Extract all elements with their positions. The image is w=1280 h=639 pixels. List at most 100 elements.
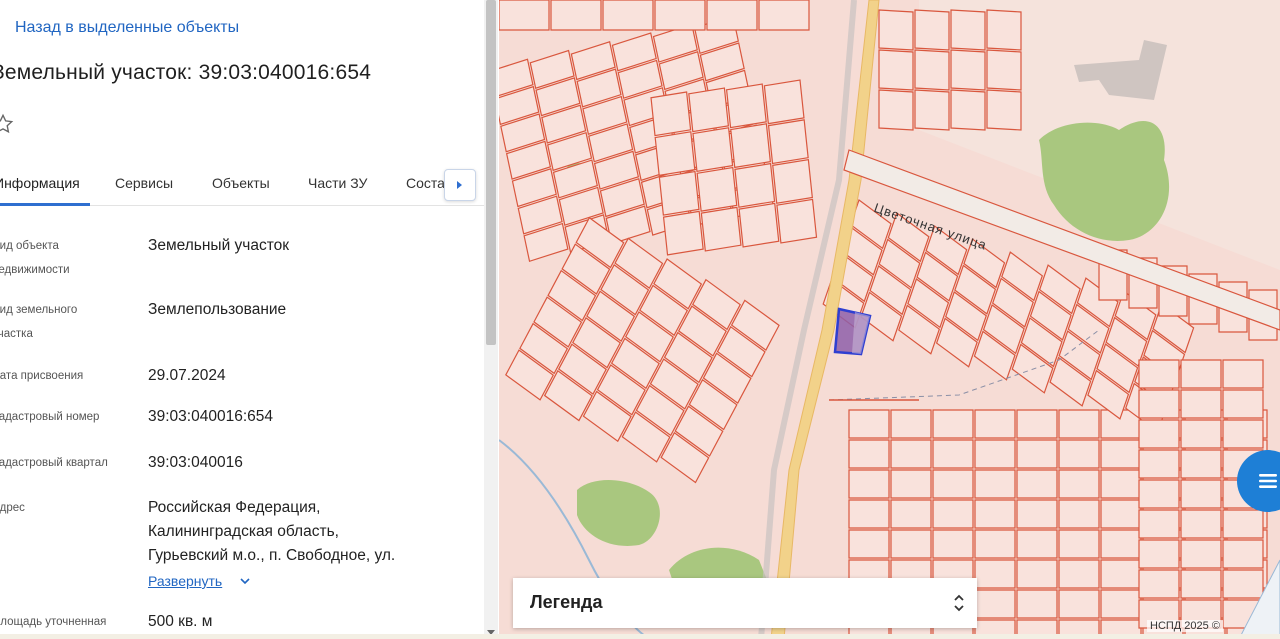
cadastral-map[interactable]: Цветочная улица Легенда НСПД 2025 ©	[499, 0, 1280, 639]
parcel	[654, 131, 696, 177]
row-value: 39:03:040016	[148, 454, 243, 471]
parcel	[730, 123, 772, 169]
parcel	[1016, 409, 1058, 439]
parcel	[914, 89, 950, 131]
parcel	[550, 0, 602, 31]
parcel	[914, 9, 950, 51]
parcel	[1180, 419, 1222, 449]
parcel	[890, 529, 932, 559]
tab-objects[interactable]: Объекты	[212, 175, 270, 191]
parcel	[974, 529, 1016, 559]
expand-address[interactable]: Развернуть	[0, 573, 300, 593]
parcel	[688, 87, 730, 133]
parcel	[1138, 419, 1180, 449]
parcel	[1138, 359, 1180, 389]
legend-panel[interactable]: Легенда	[513, 578, 977, 628]
tab-information[interactable]: Информация	[0, 175, 80, 191]
parcel	[772, 158, 813, 204]
row-label: Кадастровый квартал	[0, 457, 108, 469]
scrollbar-thumb[interactable]	[486, 0, 496, 345]
row-label: Вид земельногоучастка	[0, 304, 78, 340]
row-label: Вид объектанедвижимости	[0, 240, 70, 276]
parcel	[1138, 479, 1180, 509]
parcel	[890, 469, 932, 499]
parcel	[706, 0, 758, 31]
parcel	[696, 166, 738, 212]
parcel	[1138, 449, 1180, 479]
parcel	[1016, 529, 1058, 559]
row-value: 500 кв. м	[148, 613, 213, 630]
parcel	[758, 0, 810, 31]
parcel	[700, 206, 742, 252]
chevron-right-icon	[457, 181, 462, 189]
parcel	[1138, 389, 1180, 419]
parcel	[662, 210, 704, 256]
parcel	[1016, 589, 1058, 619]
parcel	[974, 439, 1016, 469]
parcel	[1058, 529, 1100, 559]
parcel	[932, 529, 974, 559]
parcel	[1058, 409, 1100, 439]
parcel	[1180, 539, 1222, 569]
parcel	[1100, 589, 1142, 619]
back-to-selected-link[interactable]: Назад в выделенные объекты	[15, 19, 239, 37]
row-value: Земельный участок	[148, 237, 290, 254]
parcel	[878, 9, 914, 51]
parcel	[1100, 469, 1142, 499]
parcel	[1100, 439, 1142, 469]
parcel	[890, 499, 932, 529]
parcel	[932, 439, 974, 469]
parcel	[986, 49, 1022, 91]
expand-collapse-icon[interactable]	[953, 593, 965, 613]
parcel	[1058, 589, 1100, 619]
parcel	[932, 499, 974, 529]
bottom-strip	[0, 634, 1280, 639]
parcel	[974, 499, 1016, 529]
tab-composition[interactable]: Соста	[406, 175, 445, 191]
parcel	[1138, 509, 1180, 539]
parcel	[776, 198, 818, 244]
parcel	[890, 439, 932, 469]
parcel	[1180, 389, 1222, 419]
parcel	[878, 49, 914, 91]
parcel	[1180, 449, 1222, 479]
parcel	[1058, 559, 1100, 589]
tab-services[interactable]: Сервисы	[115, 175, 173, 191]
parcel	[848, 439, 890, 469]
row-label: Адрес	[0, 502, 25, 514]
parcel	[1222, 569, 1264, 599]
parcel	[950, 89, 986, 131]
star-icon[interactable]	[0, 113, 14, 135]
legend-title: Легенда	[530, 592, 603, 612]
parcel	[974, 559, 1016, 589]
object-title: Земельный участок: 39:03:040016:654	[0, 61, 372, 84]
parcel	[1058, 499, 1100, 529]
tab-bar: Информация Сервисы Объекты Части ЗУ Сост…	[0, 166, 484, 206]
panel-scrollbar[interactable]	[484, 0, 498, 639]
parcel	[986, 89, 1022, 131]
parcel	[1180, 569, 1222, 599]
tabs-scroll-right-button[interactable]	[444, 169, 476, 201]
map-canvas[interactable]	[499, 0, 1280, 639]
parcel	[1222, 389, 1264, 419]
parcel	[658, 170, 700, 216]
tab-parts[interactable]: Части ЗУ	[308, 175, 367, 191]
parcel	[1180, 359, 1222, 389]
parcel	[974, 589, 1016, 619]
active-tab-indicator	[0, 203, 90, 206]
parcel	[914, 49, 950, 91]
parcel	[1222, 359, 1264, 389]
parcel	[848, 499, 890, 529]
parcel	[1100, 559, 1142, 589]
parcel	[1180, 479, 1222, 509]
parcel	[974, 409, 1016, 439]
parcel	[986, 9, 1022, 51]
parcel	[1016, 439, 1058, 469]
parcel	[1138, 539, 1180, 569]
menu-lines-icon	[1259, 474, 1277, 488]
parcel	[1222, 539, 1264, 569]
parcel	[1016, 559, 1058, 589]
parcel	[1058, 439, 1100, 469]
row-value: Землепользование	[148, 301, 287, 318]
expand-link[interactable]: Развернуть	[148, 573, 222, 589]
